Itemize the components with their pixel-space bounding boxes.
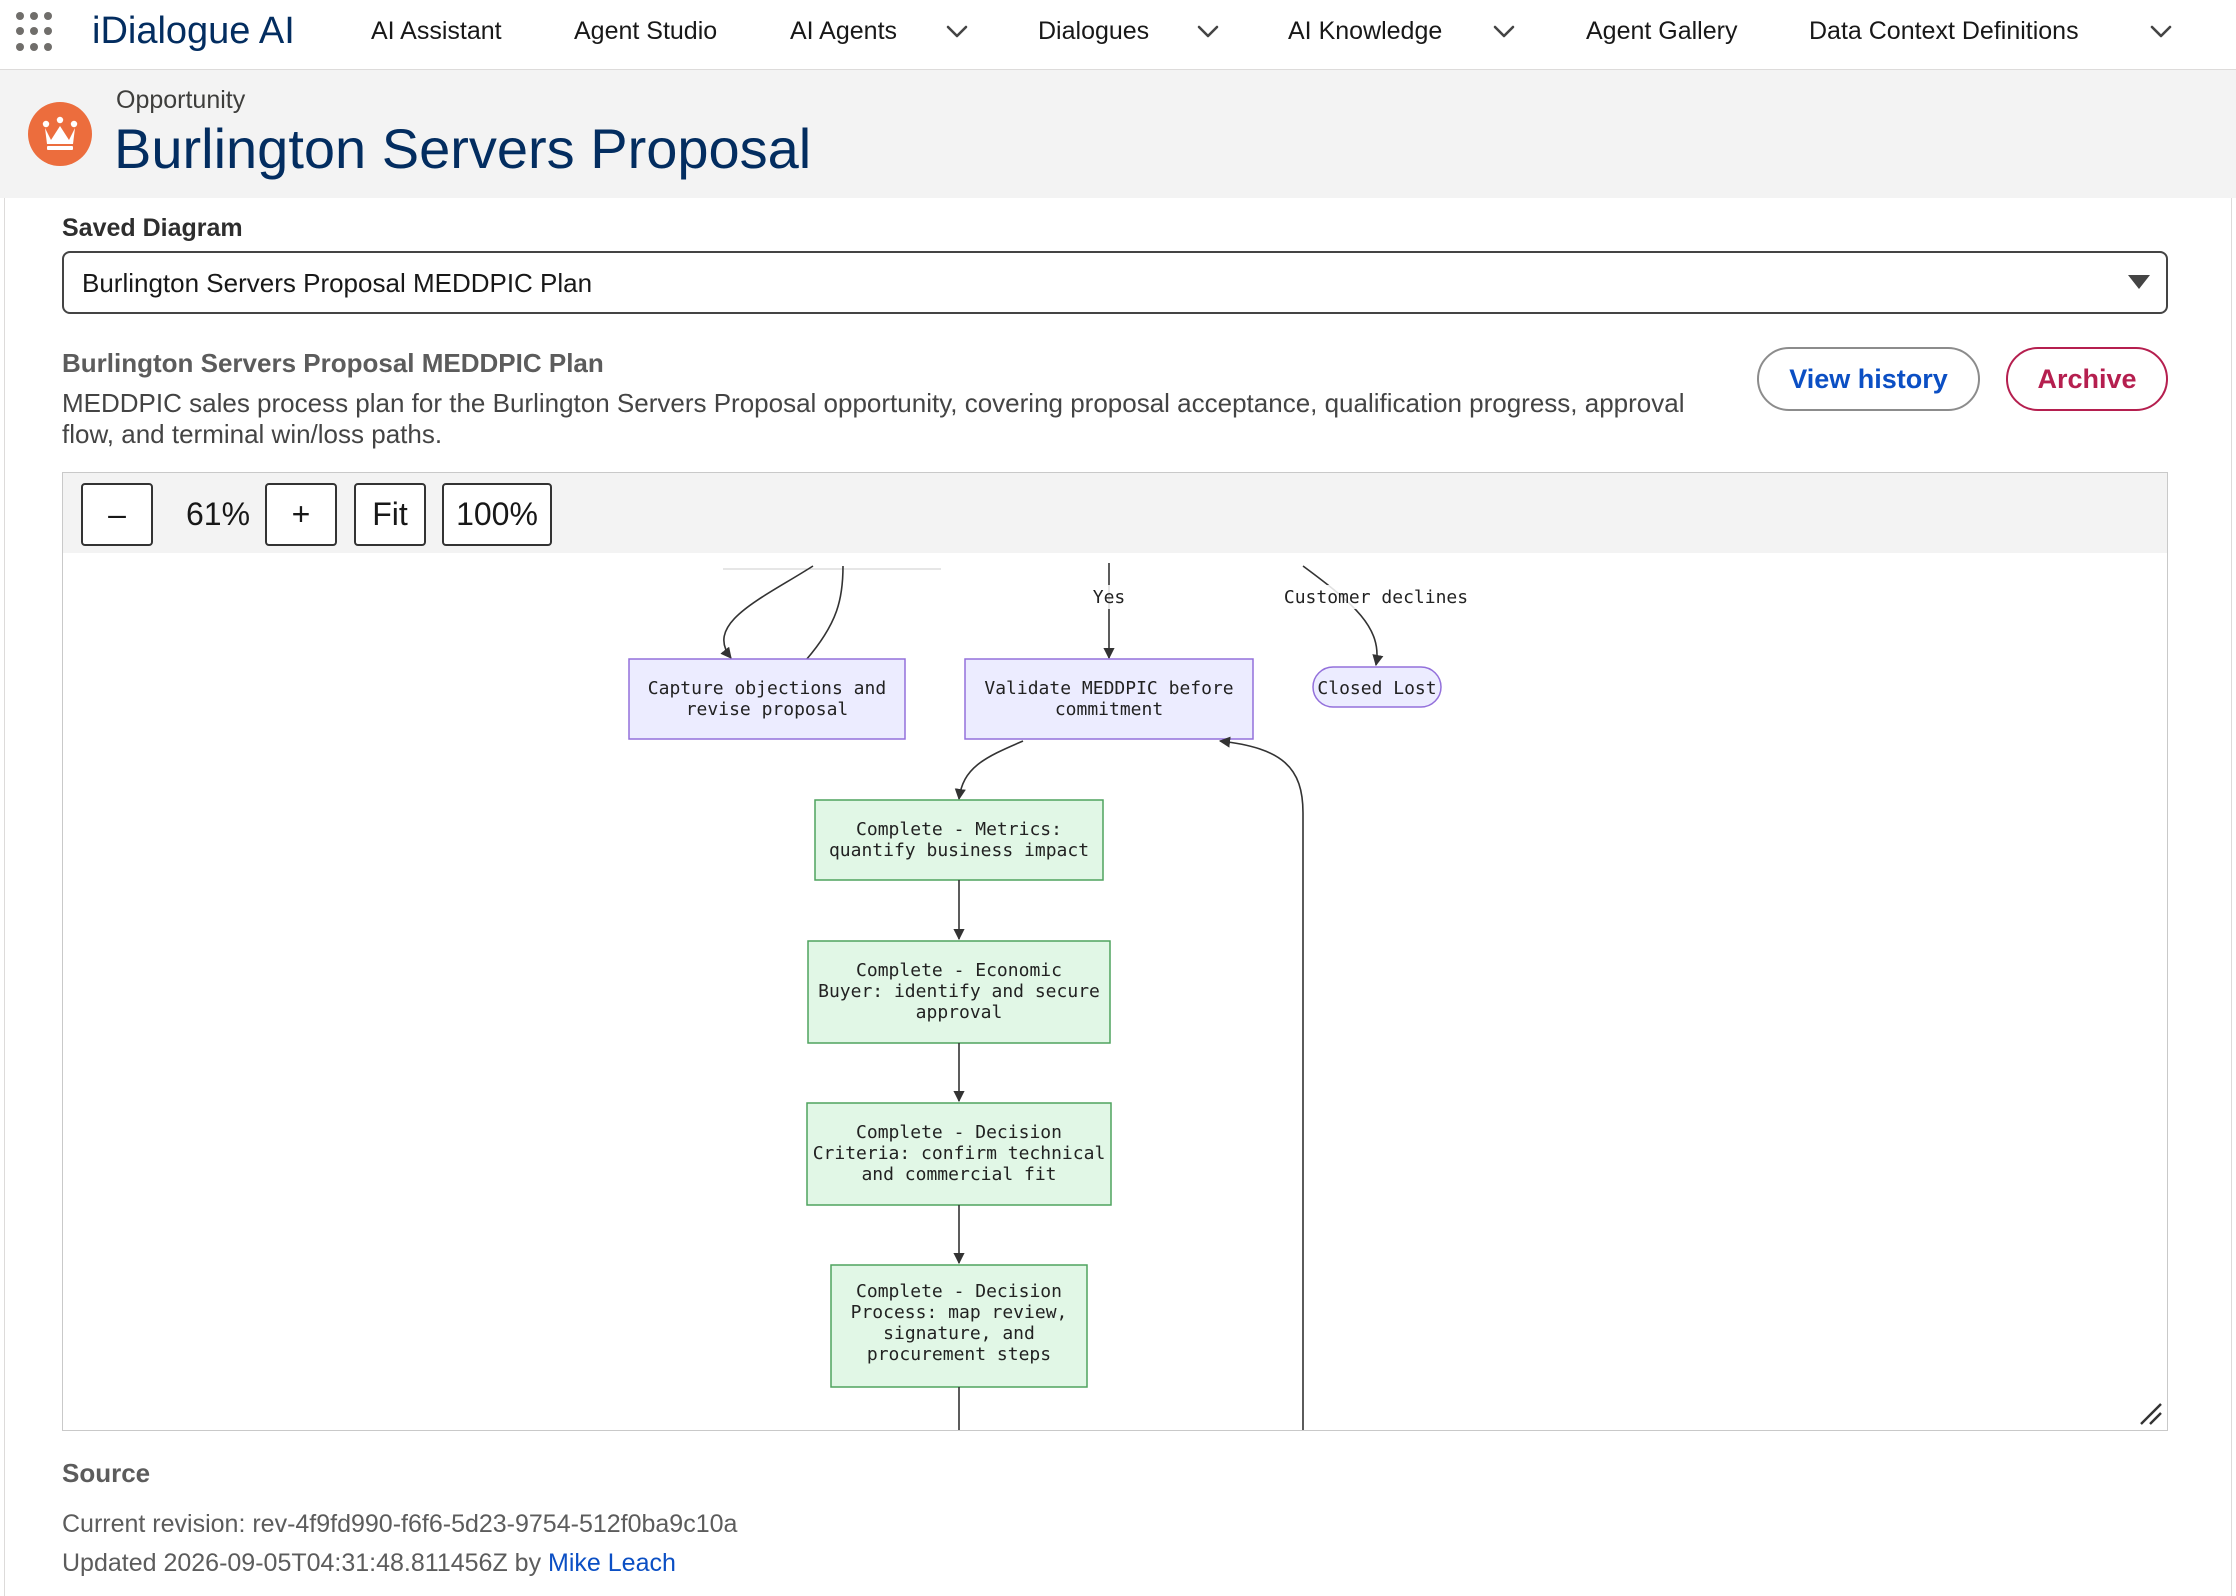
edge-label-yes: Yes [1093, 587, 1126, 608]
node-capture-objections[interactable]: Capture objections and revise proposal [628, 658, 906, 740]
updated-by-link[interactable]: Mike Leach [548, 1549, 676, 1577]
zoom-toolbar: – 61% + Fit 100% [63, 473, 2167, 553]
svg-text:Criteria: confirm technical: Criteria: confirm technical [813, 1143, 1106, 1164]
app-launcher-icon[interactable] [14, 10, 58, 54]
edge-customer-declines [1302, 565, 1384, 667]
updated-text: Updated 2026-09-05T04:31:48.811456Z by [62, 1549, 542, 1577]
edge-validate-metrics [954, 740, 1024, 801]
node-closed-lost[interactable]: Closed Lost [1312, 666, 1442, 708]
chevron-down-icon[interactable] [2148, 18, 2174, 44]
svg-text:quantify business impact: quantify business impact [829, 840, 1089, 861]
page-title: Burlington Servers Proposal [114, 117, 812, 180]
edge-to-capture [720, 565, 814, 659]
nav-item-data-context-definitions[interactable]: Data Context Definitions [1809, 14, 2079, 48]
edge-label-customer-declines: Customer declines [1284, 587, 1468, 608]
node-decision-criteria[interactable]: Complete - Decision Criteria: confirm te… [806, 1102, 1112, 1206]
global-nav: iDialogue AI AI Assistant Agent Studio A… [0, 0, 2236, 70]
chevron-down-icon[interactable] [944, 18, 970, 44]
node-metrics[interactable]: Complete - Metrics: quantify business im… [814, 799, 1104, 881]
app-name: iDialogue AI [92, 10, 295, 52]
svg-text:Process: map review,: Process: map review, [851, 1302, 1068, 1323]
diagram-viewer: – 61% + Fit 100% Yes Customer declines C… [62, 472, 2168, 1431]
crown-icon [28, 102, 92, 166]
svg-text:Validate MEDDPIC before: Validate MEDDPIC before [984, 678, 1233, 699]
edge-loop-back [1218, 736, 1304, 1430]
source-label: Source [62, 1458, 151, 1488]
svg-text:revise proposal: revise proposal [686, 699, 849, 720]
current-revision: Current revision: rev-4f9fd990-f6f6-5d23… [62, 1510, 738, 1538]
nav-item-ai-agents[interactable]: AI Agents [790, 14, 897, 48]
record-object-type: Opportunity [116, 86, 246, 114]
svg-text:Complete - Decision: Complete - Decision [856, 1281, 1062, 1302]
nav-item-dialogues[interactable]: Dialogues [1038, 14, 1149, 48]
edge-from-capture [805, 565, 844, 661]
zoom-level: 61% [185, 496, 251, 532]
chevron-down-icon[interactable] [1491, 18, 1517, 44]
svg-text:Complete - Metrics:: Complete - Metrics: [856, 819, 1062, 840]
archive-button[interactable]: Archive [2006, 347, 2168, 411]
node-validate-meddpic[interactable]: Validate MEDDPIC before commitment [964, 658, 1254, 740]
flowchart: Yes Customer declines Capture objections… [628, 563, 1468, 1430]
zoom-out-button[interactable]: – [81, 483, 153, 546]
diagram-description: MEDDPIC sales process plan for the Burli… [62, 388, 1685, 449]
diagram-title: Burlington Servers Proposal MEDDPIC Plan [62, 348, 604, 378]
svg-text:and commercial fit: and commercial fit [861, 1164, 1056, 1185]
svg-text:Buyer: identify and secure: Buyer: identify and secure [818, 981, 1100, 1002]
svg-text:Capture objections and: Capture objections and [648, 678, 886, 699]
fit-button[interactable]: Fit [354, 483, 426, 546]
nav-item-agent-gallery[interactable]: Agent Gallery [1586, 14, 1737, 48]
svg-text:procurement steps: procurement steps [867, 1344, 1051, 1365]
zoom-in-button[interactable]: + [265, 483, 337, 546]
saved-diagram-select[interactable]: Burlington Servers Proposal MEDDPIC Plan [62, 251, 2168, 314]
view-history-button[interactable]: View history [1757, 347, 1980, 411]
chevron-down-icon[interactable] [1195, 18, 1221, 44]
nav-item-agent-studio[interactable]: Agent Studio [574, 14, 717, 48]
svg-text:Complete - Economic: Complete - Economic [856, 960, 1062, 981]
node-decision-process[interactable]: Complete - Decision Process: map review,… [830, 1264, 1088, 1388]
nav-item-ai-knowledge[interactable]: AI Knowledge [1288, 14, 1442, 48]
node-economic-buyer[interactable]: Complete - Economic Buyer: identify and … [807, 940, 1111, 1044]
nav-item-ai-assistant[interactable]: AI Assistant [371, 14, 502, 48]
svg-text:Closed Lost: Closed Lost [1317, 678, 1436, 699]
saved-diagram-selected-value: Burlington Servers Proposal MEDDPIC Plan [82, 268, 593, 298]
svg-text:signature, and: signature, and [883, 1323, 1035, 1344]
saved-diagram-label: Saved Diagram [62, 214, 243, 242]
svg-text:Complete - Decision: Complete - Decision [856, 1122, 1062, 1143]
resize-handle-icon[interactable] [2137, 1400, 2163, 1426]
svg-text:commitment: commitment [1055, 699, 1163, 720]
updated-line: Updated 2026-09-05T04:31:48.811456Z by M… [62, 1547, 676, 1579]
diagram-canvas[interactable]: Yes Customer declines Capture objections… [63, 553, 2167, 1430]
caret-down-icon [2128, 275, 2150, 289]
svg-text:approval: approval [916, 1002, 1003, 1023]
reset-zoom-button[interactable]: 100% [442, 483, 552, 546]
